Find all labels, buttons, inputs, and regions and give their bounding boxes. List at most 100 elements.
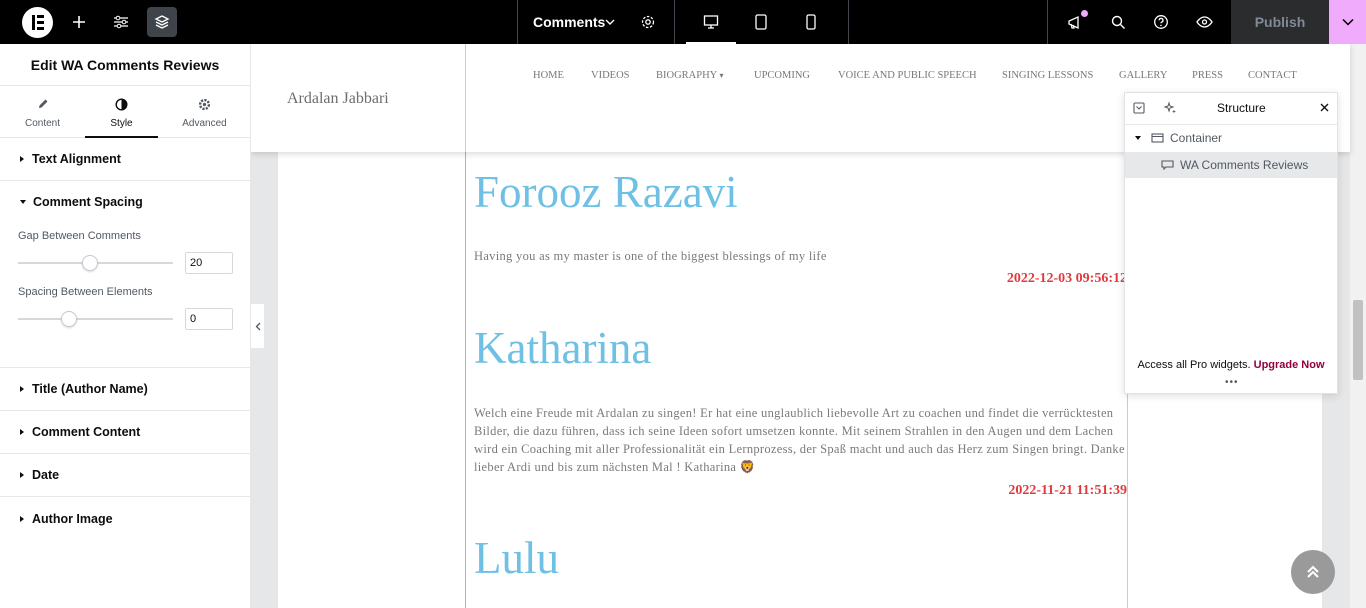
spacing-between-elements-label: Spacing Between Elements — [18, 286, 153, 298]
upgrade-now-link[interactable]: Upgrade Now — [1254, 359, 1325, 371]
tab-content[interactable]: Content — [0, 86, 85, 138]
tab-label: Advanced — [182, 118, 227, 129]
plus-icon — [73, 16, 85, 28]
tablet-view-button[interactable] — [746, 7, 776, 37]
dropdown-caret-icon: ▾ — [719, 71, 724, 80]
caret-right-icon — [20, 156, 24, 162]
comment-date: 2022-12-03 09:56:12 — [1006, 271, 1127, 286]
pencil-icon — [38, 99, 47, 108]
caret-down-icon — [20, 200, 26, 204]
elementor-logo-icon[interactable] — [22, 7, 53, 38]
ai-sparkle-icon[interactable] — [1163, 101, 1177, 115]
structure-header: Structure — [1125, 93, 1337, 125]
comment-text: Welch eine Freude mit Ardalan zu singen!… — [474, 406, 1125, 474]
section-header[interactable]: Comment Spacing — [0, 181, 250, 223]
desktop-icon — [703, 15, 719, 29]
resize-handle-icon[interactable]: ••• — [1225, 377, 1239, 388]
comment-author: Lulu — [474, 533, 559, 583]
eye-icon — [1195, 16, 1213, 28]
publish-options-button[interactable] — [1329, 0, 1366, 44]
section-title-author-name[interactable]: Title (Author Name) — [0, 368, 250, 411]
site-settings-button[interactable] — [106, 7, 136, 37]
megaphone-icon — [1068, 15, 1079, 30]
add-element-button[interactable] — [64, 7, 94, 37]
container-icon — [1151, 133, 1164, 143]
structure-title: Structure — [1217, 101, 1266, 115]
caret-down-icon — [1135, 136, 1141, 140]
structure-panel: Structure Container WA Comments Reviews … — [1124, 92, 1338, 394]
section-label: Author Image — [32, 511, 113, 526]
tablet-icon — [755, 14, 767, 30]
section-label: Comment Content — [32, 425, 141, 439]
structure-toggle-button[interactable] — [147, 7, 177, 37]
nav-item-voice-public-speech[interactable]: VOICE AND PUBLIC SPEECH — [838, 70, 977, 81]
document-title[interactable]: Comments — [533, 0, 605, 44]
section-label: Title (Author Name) — [32, 382, 148, 396]
site-logo[interactable]: Ardalan Jabbari — [287, 90, 389, 108]
canvas-scrollbar[interactable] — [1350, 44, 1366, 608]
contrast-icon — [115, 97, 128, 111]
spacing-slider-handle[interactable] — [61, 311, 77, 327]
page-settings-button[interactable] — [633, 7, 663, 37]
structure-item-container[interactable]: Container — [1125, 125, 1337, 151]
double-chevron-up-icon — [1307, 565, 1319, 578]
editor-panel: Edit WA Comments Reviews Content Style A… — [0, 44, 251, 608]
publish-button[interactable]: Publish — [1231, 0, 1329, 44]
layers-icon — [154, 15, 170, 29]
spacing-value-input[interactable]: 0 — [185, 308, 233, 330]
caret-right-icon — [20, 429, 24, 435]
nav-item-contact[interactable]: CONTACT — [1248, 70, 1297, 81]
structure-item-wa-comments-reviews[interactable]: WA Comments Reviews — [1125, 152, 1337, 178]
section-comment-content[interactable]: Comment Content — [0, 411, 250, 454]
nav-item-home[interactable]: HOME — [533, 70, 564, 81]
widget-comments-icon — [1161, 160, 1174, 170]
search-button[interactable] — [1103, 7, 1133, 37]
nav-item-gallery[interactable]: GALLERY — [1119, 70, 1167, 81]
comment-author: Katharina — [474, 323, 652, 373]
nav-item-biography[interactable]: BIOGRAPHY ▾ — [656, 70, 724, 81]
nav-item-upcoming[interactable]: UPCOMING — [754, 70, 810, 81]
desktop-view-button[interactable] — [696, 7, 726, 37]
nav-item-press[interactable]: PRESS — [1192, 70, 1223, 81]
section-label: Date — [32, 468, 60, 482]
section-author-image[interactable]: Author Image — [0, 497, 250, 540]
gap-slider-handle[interactable] — [82, 255, 98, 271]
structure-upgrade-notice: Access all Pro widgets. Upgrade Now — [1125, 359, 1337, 371]
comment-text: Having you as my master is one of the bi… — [474, 249, 827, 263]
gear-icon — [198, 98, 211, 110]
notification-dot — [1081, 10, 1088, 17]
upgrade-text: Access all Pro widgets. — [1137, 359, 1251, 371]
tab-label: Content — [24, 118, 61, 129]
help-icon — [1154, 15, 1168, 29]
chevron-down-icon — [1341, 18, 1354, 26]
section-label: Comment Spacing — [33, 195, 143, 209]
structure-item-label: Container — [1170, 131, 1223, 145]
preview-button[interactable] — [1189, 7, 1219, 37]
mobile-icon — [806, 14, 816, 30]
section-text-alignment[interactable]: Text Alignment — [0, 138, 250, 181]
mobile-view-button[interactable] — [796, 7, 826, 37]
comment-author: Forooz Razavi — [474, 167, 738, 217]
spacing-slider-track[interactable] — [18, 318, 173, 320]
section-date[interactable]: Date — [0, 454, 250, 497]
collapse-all-icon[interactable] — [1133, 102, 1145, 114]
tab-style[interactable]: Style — [85, 86, 158, 138]
close-icon[interactable] — [1320, 103, 1329, 112]
panel-title: Edit WA Comments Reviews — [0, 44, 250, 86]
gap-value-input[interactable]: 20 — [185, 252, 233, 274]
structure-item-label: WA Comments Reviews — [1180, 158, 1309, 172]
tab-advanced[interactable]: Advanced — [158, 86, 251, 138]
caret-right-icon — [20, 386, 24, 392]
caret-right-icon — [20, 472, 24, 478]
panel-tabs: Content Style Advanced — [0, 86, 250, 138]
gap-between-comments-label: Gap Between Comments — [18, 230, 141, 242]
help-button[interactable] — [1146, 7, 1176, 37]
scroll-to-top-button[interactable] — [1291, 550, 1335, 594]
chevron-down-icon[interactable] — [605, 18, 615, 26]
whats-new-button[interactable] — [1060, 7, 1090, 37]
nav-item-singing-lessons[interactable]: SINGING LESSONS — [1002, 70, 1093, 81]
nav-item-videos[interactable]: VIDEOS — [591, 70, 630, 81]
scrollbar-thumb[interactable] — [1353, 300, 1363, 380]
nav-label: BIOGRAPHY — [656, 70, 717, 81]
section-comment-spacing: Comment Spacing Gap Between Comments 20 … — [0, 181, 250, 368]
